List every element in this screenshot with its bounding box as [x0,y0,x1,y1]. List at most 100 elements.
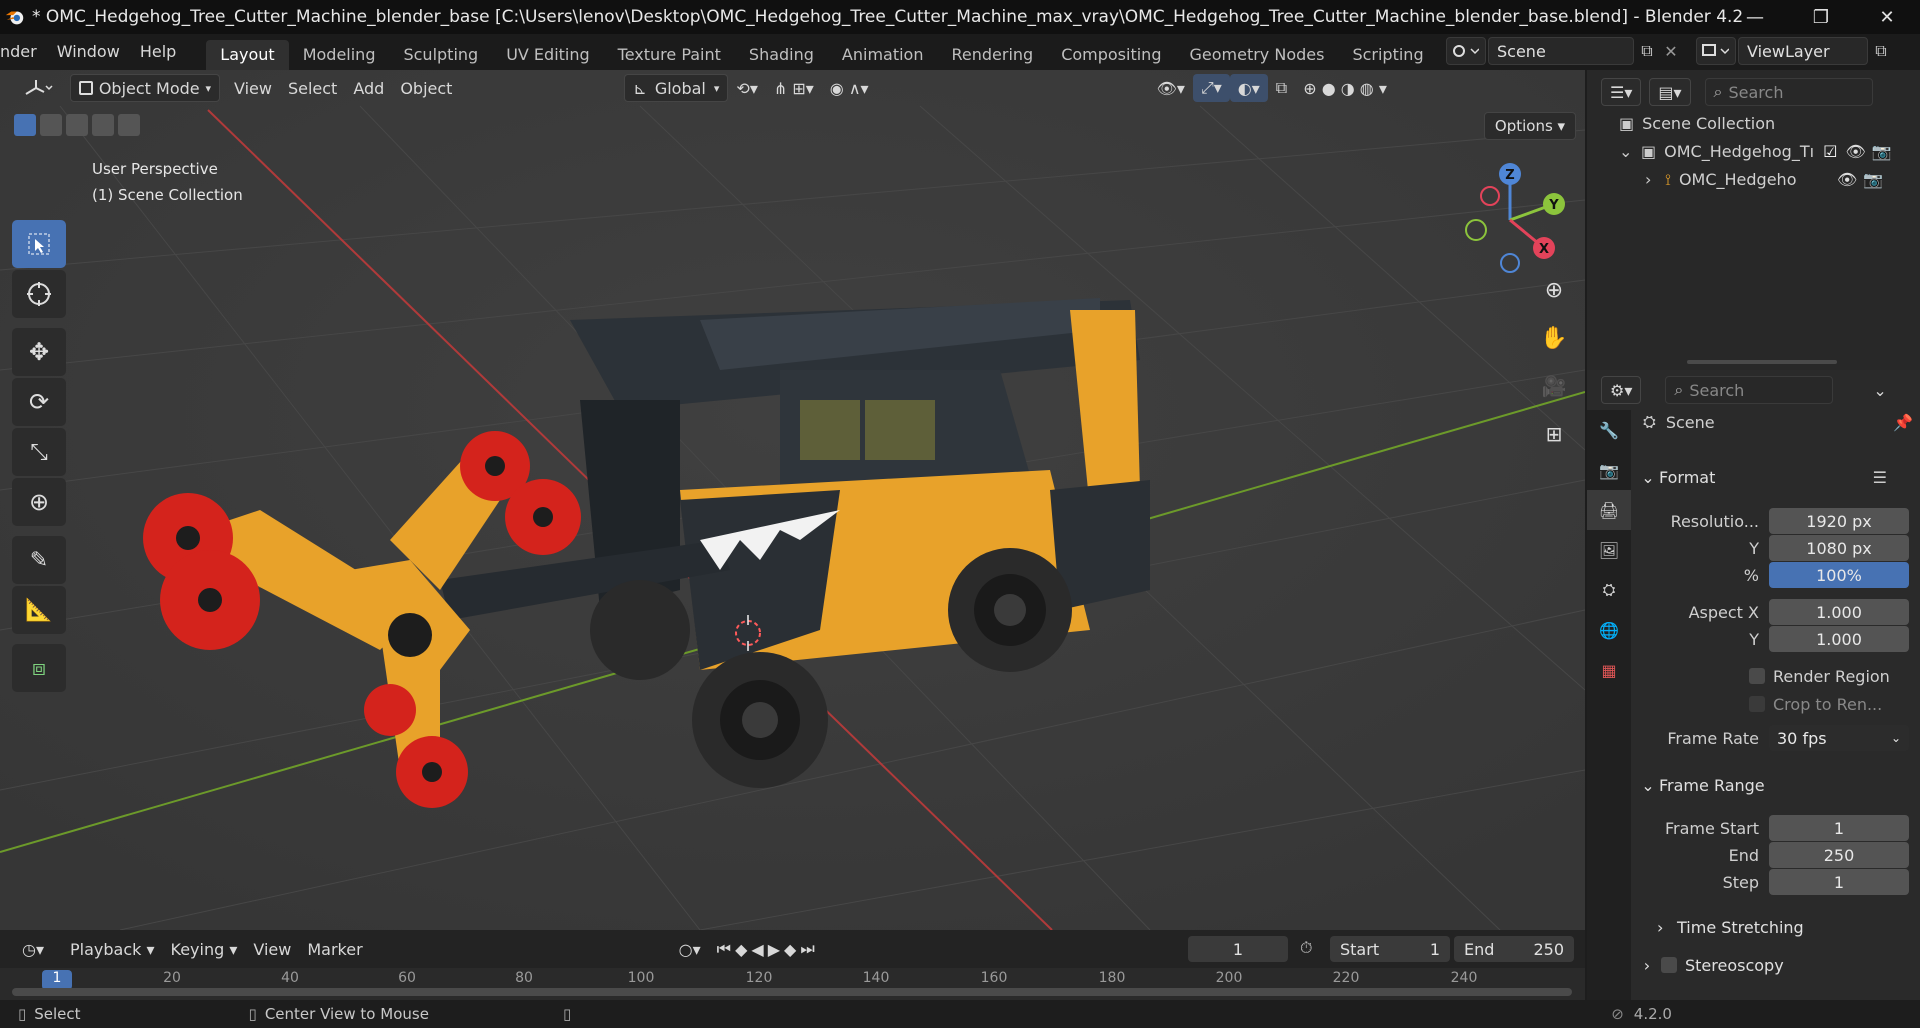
add-cube-tool[interactable]: ⧈ [12,644,66,692]
frame-start-field[interactable]: 1 [1769,815,1909,841]
output-tab-icon[interactable]: 🖨 [1587,490,1631,530]
scene-tab-icon[interactable]: ⛭ [1587,570,1631,610]
cursor-tool[interactable] [12,270,66,318]
zoom-icon[interactable]: ⊕ [1534,270,1574,310]
pin-icon[interactable]: 📌 [1893,413,1913,432]
snap-icon[interactable]: ⋔ ⊞▾ [766,74,822,102]
resolution-x-field[interactable]: 1920 px [1769,508,1909,534]
outliner-row-object[interactable]: › ⟟ OMC_Hedgeho 👁 📷 [1619,166,1909,194]
menu-object[interactable]: Object [392,74,460,102]
resolution-y-field[interactable]: 1080 px [1769,535,1909,561]
timeline-editor-icon[interactable]: ◷▾ [14,935,52,963]
eye-icon[interactable]: 👁 [1845,138,1865,166]
select-subtract-icon[interactable] [66,114,88,136]
timeline-scrollbar[interactable] [12,988,1572,996]
menu-render[interactable]: nder [0,34,47,70]
scale-tool[interactable]: ⤡ [12,428,66,476]
viewlayer-type-icon[interactable] [1696,37,1736,65]
menu-timeline-view[interactable]: View [245,935,299,963]
new-scene-icon[interactable]: ⧉ [1634,41,1660,61]
properties-search-input[interactable]: ⌕ Search [1665,376,1834,404]
frame-rate-dropdown[interactable]: 30 fps ⌄ [1769,725,1909,751]
view-layer-tab-icon[interactable]: 🖼 [1587,530,1631,570]
aspect-x-field[interactable]: 1.000 [1769,599,1909,625]
transform-tool[interactable]: ⊕ [12,478,66,526]
format-panel-header[interactable]: ⌄ Format ☰ [1637,460,1913,494]
world-tab-icon[interactable]: 🌐 [1587,610,1631,650]
camera-view-icon[interactable]: 🎥 [1534,366,1574,406]
auto-keying-icon[interactable]: ○▾ [671,935,709,963]
scene-selector[interactable]: Scene ⧉ ✕ [1446,37,1682,65]
render-region-row[interactable]: Render Region [1639,662,1909,690]
resolution-percent-slider[interactable]: 100% [1769,562,1909,588]
select-box-tool[interactable] [12,220,66,268]
play-reverse-icon[interactable]: ◀ [751,940,767,959]
viewlayer-selector[interactable]: ViewLayer ⧉ [1696,37,1894,65]
select-invert-icon[interactable] [92,114,114,136]
menu-keying[interactable]: Keying ▾ [163,935,246,963]
outliner-row-scene-collection[interactable]: ▣ Scene Collection [1619,110,1909,138]
overlay-toggle-icon[interactable]: ◐▾ [1229,74,1268,102]
viewlayer-name-field[interactable]: ViewLayer [1738,37,1868,65]
menu-add[interactable]: Add [345,74,392,102]
render-tab-icon[interactable]: 📷 [1587,450,1631,490]
frame-range-panel-header[interactable]: ⌄ Frame Range [1637,768,1913,802]
xray-toggle-icon[interactable]: ⧉ [1268,74,1295,102]
camera-icon[interactable]: 📷 [1863,166,1883,194]
minimize-button[interactable]: — [1722,0,1788,34]
tab-shading[interactable]: Shading [735,40,828,70]
pivot-point-icon[interactable]: ⟲▾ [728,74,765,102]
tab-uv-editing[interactable]: UV Editing [492,40,603,70]
scene-type-icon[interactable] [1446,37,1486,65]
frame-step-field[interactable]: 1 [1769,869,1909,895]
select-new-icon[interactable] [14,114,36,136]
jump-end-icon[interactable]: ⏭ [800,939,818,959]
expand-chevron-icon[interactable]: › [1645,166,1665,194]
jump-keyframe-back-icon[interactable]: ◆ [735,940,751,959]
menu-marker[interactable]: Marker [299,935,370,963]
rotate-tool[interactable]: ⟳ [12,378,66,426]
eye-icon[interactable]: 👁 [1837,166,1857,194]
new-viewlayer-icon[interactable]: ⧉ [1868,41,1894,61]
outliner-scrollbar[interactable] [1687,360,1837,364]
tab-layout[interactable]: Layout [206,40,289,70]
visibility-icon[interactable]: 👁▾ [1149,74,1193,102]
preview-range-icon[interactable]: ⏱ [1300,938,1312,958]
select-intersect-icon[interactable] [118,114,140,136]
current-frame-field[interactable]: 1 [1188,936,1288,962]
tab-modeling[interactable]: Modeling [289,40,390,70]
frame-end-field[interactable]: 250 [1769,842,1909,868]
crop-row[interactable]: Crop to Ren... [1639,690,1909,718]
options-dropdown[interactable]: Options ▾ [1484,112,1576,140]
perspective-toggle-icon[interactable]: ⊞ [1534,414,1574,454]
gizmo-toggle-icon[interactable]: ⤢▾ [1192,74,1230,102]
navigation-gizmo[interactable]: Z Y X [1450,160,1570,280]
properties-editor-icon[interactable]: ⚙▾ [1601,376,1642,404]
outliner-search-input[interactable]: ⌕ Search [1704,78,1873,106]
tab-compositing[interactable]: Compositing [1047,40,1175,70]
checkbox-icon[interactable]: ☑ [1823,138,1837,166]
chevron-down-icon[interactable]: ⌄ [1865,376,1894,404]
tab-texture-paint[interactable]: Texture Paint [604,40,735,70]
scene-name-field[interactable]: Scene [1488,37,1634,65]
time-stretching-subpanel[interactable]: › Time Stretching [1657,910,1907,944]
tool-tab-icon[interactable]: 🔧 [1587,410,1631,450]
start-frame-field[interactable]: Start 1 [1330,936,1450,962]
editor-type-button[interactable] [14,74,62,102]
menu-window[interactable]: Window [47,34,130,70]
outliner-editor-icon[interactable]: ☰▾ [1601,78,1642,106]
menu-help[interactable]: Help [130,34,186,70]
texture-tab-icon[interactable]: ▦ [1587,650,1631,690]
3d-viewport[interactable]: Object Mode ▾ View Select Add Object ⊾ G… [0,70,1585,930]
display-mode-icon[interactable]: ▤▾ [1649,78,1691,106]
pan-hand-icon[interactable]: ✋ [1534,318,1574,358]
tab-sculpting[interactable]: Sculpting [389,40,492,70]
menu-select[interactable]: Select [280,74,345,102]
expand-chevron-icon[interactable]: ⌄ [1619,138,1641,166]
tab-rendering[interactable]: Rendering [937,40,1047,70]
measure-tool[interactable]: 📐 [12,586,66,634]
timeline[interactable]: ◷▾ Playback ▾ Keying ▾ View Marker ○▾ ⏮ … [0,930,1585,1000]
mode-dropdown[interactable]: Object Mode ▾ [70,74,220,102]
jump-keyframe-forward-icon[interactable]: ◆ [784,940,800,959]
crop-checkbox[interactable] [1749,696,1765,712]
